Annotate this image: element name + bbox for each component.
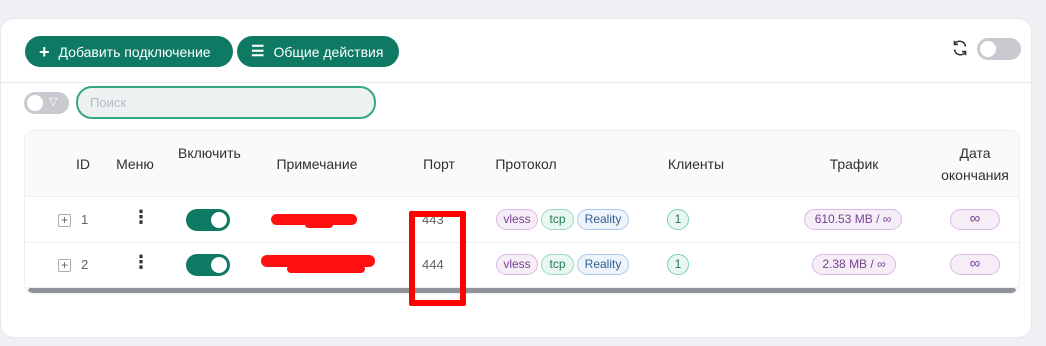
table-row: + 2 ⋮ 444 vless tcp Reality 1 2.38 MB / … [25,243,1019,288]
horizontal-scrollbar[interactable] [28,288,1016,293]
add-connection-button[interactable]: + Добавить подключение [25,36,233,67]
network-tag: tcp [541,254,574,275]
expand-row-icon[interactable]: + [58,259,71,272]
column-header-protocol: Протокол [495,156,557,172]
column-header-enable: Включить [178,145,241,161]
expiry-badge: ∞ [950,209,1000,230]
column-header-traffic: Трафик [829,156,879,172]
add-connection-label: Добавить подключение [58,43,211,60]
redaction-mark [287,265,365,273]
row-menu-icon[interactable]: ⋮ [132,208,150,226]
protocol-tag: vless [496,209,538,230]
switch-knob [211,212,227,228]
column-header-clients: Клиенты [667,156,725,172]
general-actions-button[interactable]: ☰ Общие действия [237,36,399,67]
general-actions-label: Общие действия [273,43,384,60]
clients-count-badge[interactable]: 1 [667,209,689,230]
toggle-knob [27,95,43,111]
switch-knob [211,257,227,273]
column-header-port: Порт [423,156,455,172]
column-header-remark: Примечание [276,156,358,172]
row-id: 1 [81,212,89,227]
column-header-menu: Меню [116,156,154,172]
toggle-knob [980,41,996,57]
auto-refresh-toggle[interactable] [977,38,1021,60]
expiry-badge: ∞ [950,254,1000,275]
inbounds-table: ID Меню Включить Примечание Порт Протоко… [24,130,1020,294]
port-highlight-annotation [409,211,466,306]
table-header: ID Меню Включить Примечание Порт Протоко… [25,131,1019,197]
filter-toggle[interactable]: ▽ [24,92,69,114]
security-tag: Reality [577,254,629,275]
security-tag: Reality [577,209,629,230]
row-menu-icon[interactable]: ⋮ [132,253,150,271]
column-header-expiry: Дата окончания [941,145,1009,183]
refresh-icon[interactable] [951,39,969,57]
expand-row-icon[interactable]: + [58,214,71,227]
clients-count-badge[interactable]: 1 [667,254,689,275]
table-row: + 1 ⋮ 443 vless tcp Reality 1 610.53 MB … [25,198,1019,243]
enable-switch[interactable] [186,254,230,276]
traffic-badge: 610.53 MB / ∞ [804,209,902,230]
search-input[interactable] [76,86,376,119]
plus-icon: + [39,41,50,62]
protocol-tag: vless [496,254,538,275]
enable-switch[interactable] [186,209,230,231]
menu-lines-icon: ☰ [251,43,265,60]
column-header-id: ID [76,156,90,172]
traffic-badge: 2.38 MB / ∞ [812,254,896,275]
filter-icon: ▽ [49,96,58,108]
redaction-mark [305,221,333,228]
network-tag: tcp [541,209,574,230]
card-header: + Добавить подключение ☰ Общие действия [1,19,1031,83]
row-id: 2 [81,257,89,272]
